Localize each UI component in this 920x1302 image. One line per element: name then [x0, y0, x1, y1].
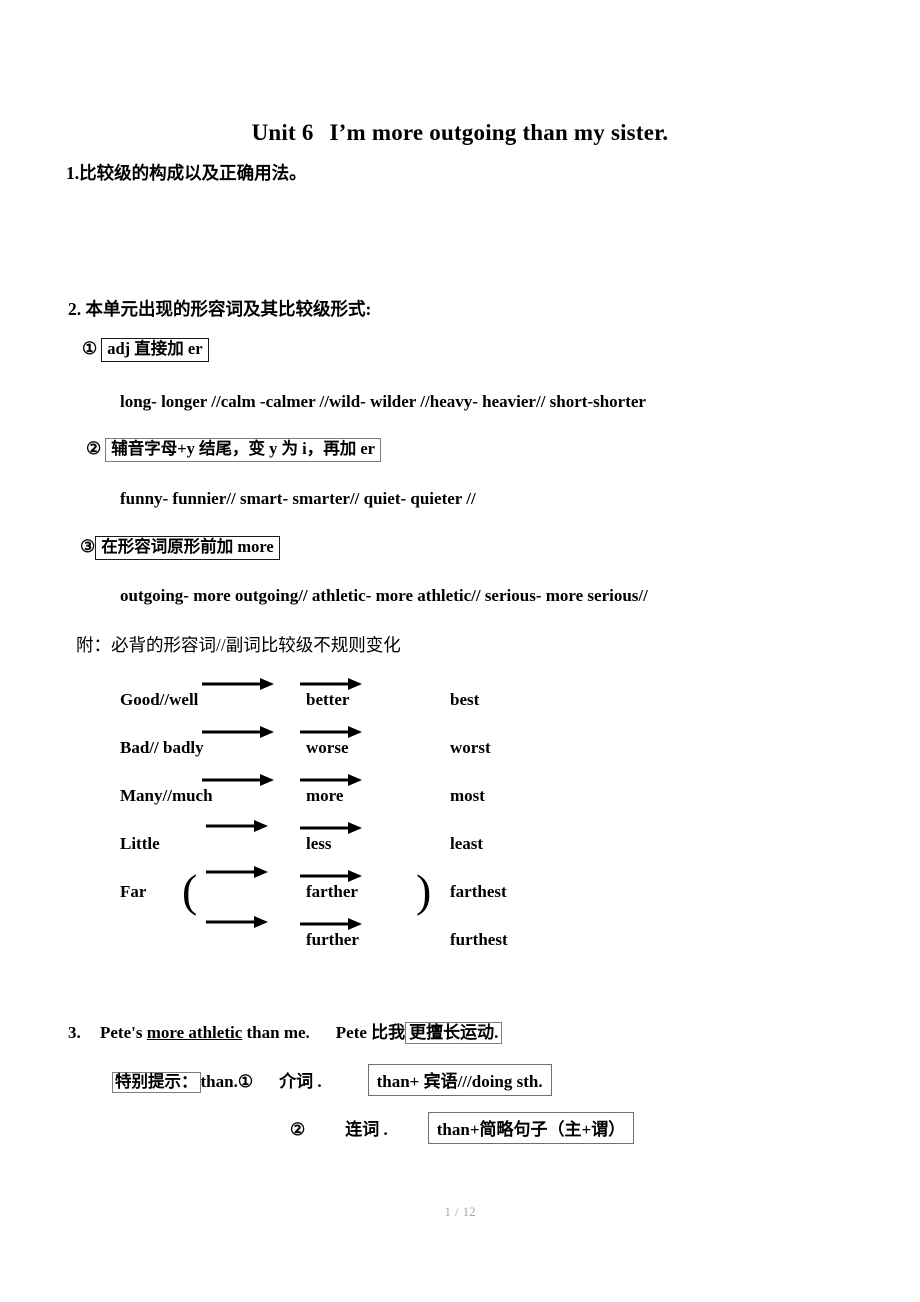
rule-1-marker: ①: [82, 339, 98, 358]
cell-comparative: farther: [306, 882, 358, 901]
cell-superlative: furthest: [450, 930, 508, 949]
example-english-after: than me.: [242, 1023, 310, 1042]
example-chinese-boxed: 更擅长运动.: [405, 1022, 503, 1044]
arrow-right-icon: [206, 865, 268, 884]
example-chinese-before: Pete 比我: [335, 1023, 406, 1042]
cell-comparative: more: [306, 786, 344, 805]
cell-base: Good//well: [120, 690, 199, 709]
document-page: Unit 6 I’m more outgoing than my sister. …: [0, 0, 920, 1302]
cell-comparative: worse: [306, 738, 349, 757]
cell-base: Far: [120, 882, 147, 901]
tips-item1-text: 介词 .: [279, 1072, 322, 1091]
tips-item1-box: than+ 宾语///doing sth.: [367, 1064, 552, 1096]
arrow-right-icon: [202, 677, 274, 696]
rule-2-examples: funny- funnier// smart- smarter// quiet-…: [120, 489, 476, 508]
footer-total-pages: 12: [462, 1204, 476, 1219]
tips-item2-text: 连词 .: [345, 1120, 388, 1139]
cell-comparative: better: [306, 690, 350, 709]
footer-separator: /: [454, 1204, 459, 1219]
title-unit: Unit 6: [251, 120, 314, 145]
example-number: 3.: [68, 1023, 81, 1042]
table-row: further furthest: [120, 908, 590, 956]
section-heading-1: 1.比较级的构成以及正确用法。: [66, 163, 307, 183]
cell-superlative: farthest: [450, 882, 507, 901]
tips-item2-box: than+简略句子（主+谓）: [427, 1112, 635, 1144]
irregular-forms-note: 附：必背的形容词//副词比较级不规则变化: [76, 635, 401, 655]
example-english-before: Pete's: [100, 1023, 147, 1042]
cell-comparative: less: [306, 834, 332, 853]
cell-superlative: best: [450, 690, 480, 709]
rule-3-label: 在形容词原形前加 more: [95, 536, 280, 560]
section-heading-2: 2. 本单元出现的形容词及其比较级形式:: [68, 299, 372, 319]
rule-1-label: adj 直接加 er: [101, 338, 209, 362]
table-row: Good//well better best: [120, 668, 590, 716]
tips-line-1: 特别提示： than.① 介词 . than+ 宾语///doing sth.: [112, 1064, 552, 1096]
example-english-underlined: more athletic: [146, 1023, 243, 1042]
tips-item2-marker: ②: [290, 1120, 306, 1139]
page-footer: 1/12: [0, 1204, 920, 1220]
arrow-right-icon: [206, 915, 268, 934]
tips-label: 特别提示：: [112, 1072, 201, 1093]
rule-2-label: 辅音字母+y 结尾，变 y 为 i，再加 er: [105, 438, 382, 462]
rule-1-row: ① adj 直接加 er: [82, 338, 209, 362]
cell-superlative: most: [450, 786, 485, 805]
table-row: Far ( farther ) farthest: [120, 860, 590, 914]
cell-base: Bad// badly: [120, 738, 204, 757]
rule-3-marker: ③: [80, 537, 96, 556]
tips-item1-marker: ①: [237, 1072, 254, 1091]
table-row: Bad// badly worse worst: [120, 716, 590, 764]
cell-superlative: least: [450, 834, 484, 853]
rule-2-marker: ②: [86, 439, 102, 458]
cell-comparative: further: [306, 930, 359, 949]
cell-base: Little: [120, 834, 160, 853]
arrow-right-icon: [202, 725, 274, 744]
cell-superlative: worst: [450, 738, 491, 757]
rule-2-row: ② 辅音字母+y 结尾，变 y 为 i，再加 er: [86, 438, 382, 462]
irregular-comparison-table: Good//well better best Bad// badly worse…: [120, 668, 590, 956]
tips-than: than.: [200, 1072, 238, 1091]
footer-current-page: 1: [444, 1204, 451, 1219]
rule-3-row: ③ 在形容词原形前加 more: [80, 536, 280, 560]
cell-base: Many//much: [120, 786, 213, 805]
arrow-right-icon: [202, 773, 274, 792]
rule-1-examples: long- longer //calm -calmer //wild- wild…: [120, 392, 646, 411]
title-sentence: I’m more outgoing than my sister.: [329, 120, 669, 145]
table-row: Little less least: [120, 812, 590, 860]
section-heading-3: 3. Pete's more athletic than me. Pete 比我 更擅…: [68, 1018, 503, 1044]
table-row: Many//much more most: [120, 764, 590, 812]
page-title: Unit 6 I’m more outgoing than my sister.: [0, 120, 920, 146]
tips-line-2: ② 连词 . than+简略句子（主+谓）: [290, 1112, 635, 1144]
arrow-right-icon: [206, 819, 268, 838]
rule-3-examples: outgoing- more outgoing// athletic- more…: [120, 586, 648, 605]
